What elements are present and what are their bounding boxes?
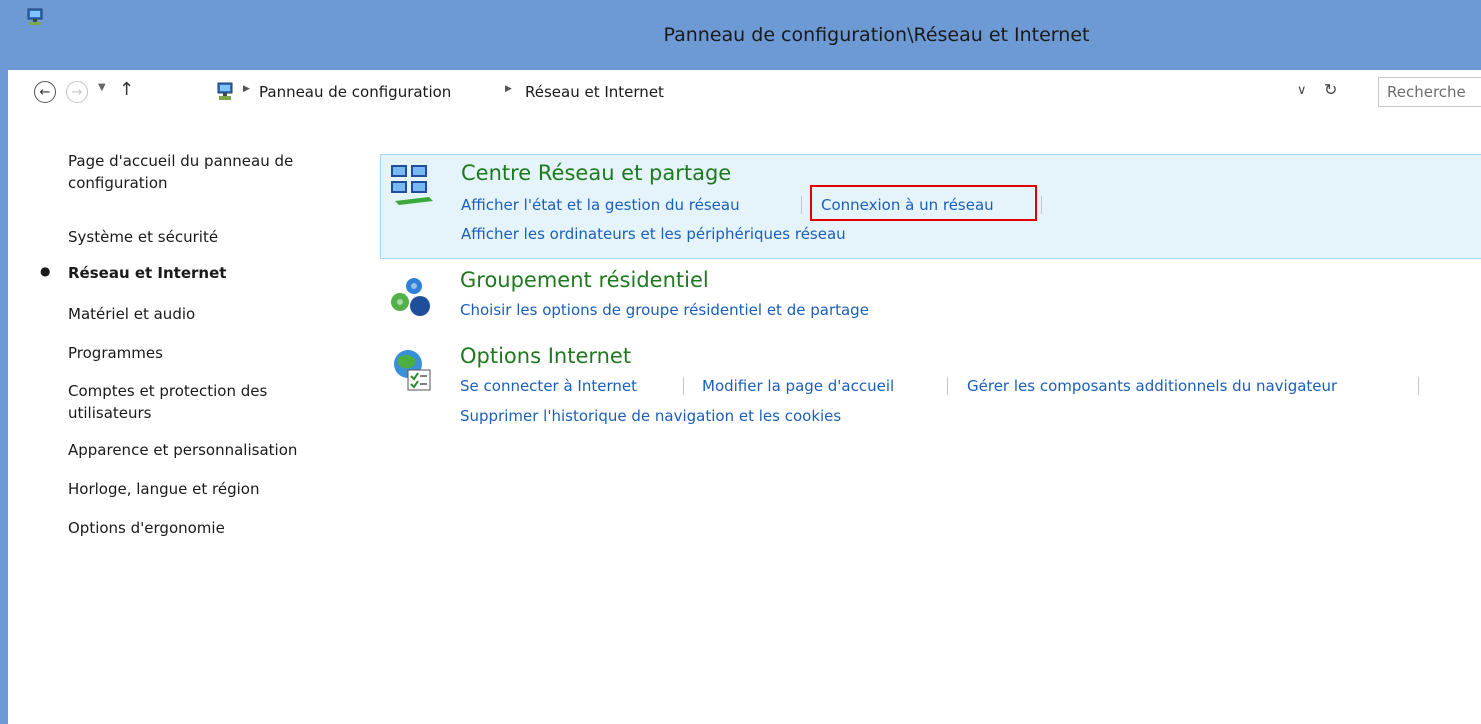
window-frame-left [0, 0, 8, 724]
active-bullet-icon: ● [40, 264, 51, 278]
control-panel-icon [217, 82, 233, 100]
category-title[interactable]: Options Internet [460, 342, 631, 370]
sidebar-item-user-accounts[interactable]: Comptes et protection des utilisateurs [68, 380, 328, 424]
network-sharing-icon [391, 165, 433, 205]
internet-options-icon [394, 350, 431, 391]
link-separator [1041, 196, 1042, 214]
sidebar-item-network-internet[interactable]: Réseau et Internet [68, 262, 358, 284]
link-separator [801, 196, 802, 214]
window-title: Panneau de configuration\Réseau et Inter… [663, 24, 1090, 46]
category-internet-options[interactable]: Options Internet Se connecter à Internet… [380, 340, 1481, 432]
category-network-sharing[interactable]: Centre Réseau et partage Afficher l'état… [380, 154, 1481, 259]
link-separator [683, 377, 684, 395]
link-homegroup-options[interactable]: Choisir les options de groupe résidentie… [460, 300, 869, 320]
address-history-dropdown[interactable]: ∨ [1297, 83, 1307, 98]
search-input[interactable]: Recherche [1378, 77, 1481, 107]
up-button[interactable]: ↑ [119, 79, 134, 100]
link-change-homepage[interactable]: Modifier la page d'accueil [702, 376, 894, 396]
search-placeholder: Recherche [1387, 83, 1466, 101]
forward-button[interactable]: → [66, 81, 88, 103]
link-separator [1418, 377, 1419, 395]
chevron-right-icon[interactable]: ▶ [505, 84, 512, 94]
homegroup-icon [391, 278, 430, 316]
link-separator [947, 377, 948, 395]
refresh-icon[interactable]: ↻ [1324, 80, 1337, 99]
link-view-network-computers[interactable]: Afficher les ordinateurs et les périphér… [461, 224, 846, 244]
sidebar-item-hardware-sound[interactable]: Matériel et audio [68, 303, 358, 325]
recent-locations-dropdown[interactable]: ▼ [98, 82, 106, 93]
sidebar-item-ease-of-access[interactable]: Options d'ergonomie [68, 517, 358, 539]
chevron-right-icon[interactable]: ▶ [243, 84, 250, 94]
sidebar-item-system-security[interactable]: Système et sécurité [68, 226, 358, 248]
title-bar: Panneau de configuration\Réseau et Inter… [0, 0, 1481, 70]
category-title[interactable]: Groupement résidentiel [460, 266, 709, 294]
back-button[interactable]: ← [34, 81, 56, 103]
link-connect-internet[interactable]: Se connecter à Internet [460, 376, 637, 396]
address-row: ← → ▼ ↑ ▶ Panneau de configuration ▶ Rés… [8, 70, 1481, 114]
sidebar-item-appearance[interactable]: Apparence et personnalisation [68, 439, 358, 461]
sidebar-item-home[interactable]: Page d'accueil du panneau de configurati… [68, 150, 358, 194]
breadcrumb-network-internet[interactable]: Réseau et Internet [525, 82, 664, 102]
link-delete-history[interactable]: Supprimer l'historique de navigation et … [460, 406, 841, 426]
link-view-network-status[interactable]: Afficher l'état et la gestion du réseau [461, 195, 740, 215]
address-bar[interactable]: ▶ Panneau de configuration ▶ Réseau et I… [202, 78, 1340, 106]
sidebar-item-programs[interactable]: Programmes [68, 342, 358, 364]
highlight-box [810, 185, 1037, 221]
breadcrumb-control-panel[interactable]: Panneau de configuration [259, 82, 451, 102]
link-manage-addons[interactable]: Gérer les composants additionnels du nav… [967, 376, 1337, 396]
category-title[interactable]: Centre Réseau et partage [461, 159, 731, 187]
sidebar-item-clock-region[interactable]: Horloge, langue et région [68, 478, 358, 500]
category-homegroup[interactable]: Groupement résidentiel Choisir les optio… [380, 262, 1481, 328]
